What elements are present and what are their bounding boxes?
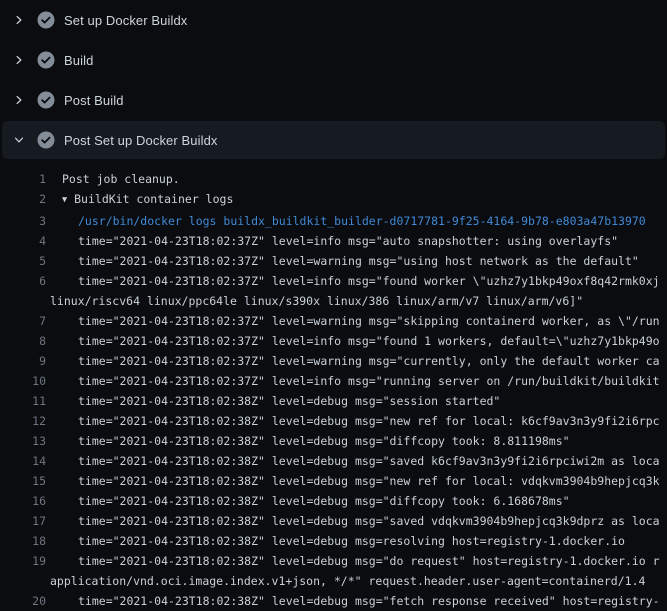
log-line-number[interactable]: 6 [0,271,46,291]
log-line-number[interactable]: 8 [0,331,46,351]
log-line-number[interactable]: 10 [0,371,46,391]
log-line-number[interactable]: 18 [0,531,46,551]
log-line: application/vnd.oci.image.index.v1+json,… [0,571,667,591]
check-circle-icon [37,11,55,29]
log-line-number[interactable]: 13 [0,431,46,451]
chevron-right-icon [11,92,27,108]
log-command-text: /usr/bin/docker logs buildx_buildkit_bui… [78,211,646,231]
step-label: Post Set up Docker Buildx [64,133,218,148]
log-line-text: time="2021-04-23T18:02:38Z" level=debug … [78,411,660,431]
group-collapse-triangle-icon[interactable]: ▼ [62,190,67,210]
check-circle-icon [37,51,55,69]
log-line-text: time="2021-04-23T18:02:38Z" level=debug … [78,431,570,451]
log-line: 1 Post job cleanup. [0,169,667,189]
log-line-number[interactable]: 3 [0,211,46,231]
log-line: 19 time="2021-04-23T18:02:38Z" level=debu… [0,551,667,571]
log-line-number[interactable]: 19 [0,551,46,571]
log-line-text: time="2021-04-23T18:02:38Z" level=debug … [78,511,660,531]
log-line-text: time="2021-04-23T18:02:38Z" level=debug … [78,471,660,491]
log-line: 4 time="2021-04-23T18:02:37Z" level=info … [0,231,667,251]
log-line: 17 time="2021-04-23T18:02:38Z" level=debu… [0,511,667,531]
log-line-number[interactable]: 15 [0,471,46,491]
log-line: 18 time="2021-04-23T18:02:38Z" level=debu… [0,531,667,551]
log-line-number [0,571,46,591]
log-line-text: time="2021-04-23T18:02:37Z" level=info m… [78,331,660,351]
log-line-text: time="2021-04-23T18:02:38Z" level=debug … [78,451,660,471]
log-line: 6 time="2021-04-23T18:02:37Z" level=info … [0,271,667,291]
log-line-number[interactable]: 1 [0,169,46,189]
check-circle-icon [37,131,55,149]
log-line-number[interactable]: 20 [0,591,46,611]
check-circle-icon [37,91,55,109]
log-line-number [0,291,46,311]
log-line-number[interactable]: 17 [0,511,46,531]
log-line: 15 time="2021-04-23T18:02:38Z" level=debu… [0,471,667,491]
log-line: 12 time="2021-04-23T18:02:38Z" level=debu… [0,411,667,431]
log-line-text: time="2021-04-23T18:02:37Z" level=info m… [78,231,618,251]
log-line-text: time="2021-04-23T18:02:38Z" level=debug … [78,391,500,411]
log-line: 14 time="2021-04-23T18:02:38Z" level=debu… [0,451,667,471]
log-line: 9 time="2021-04-23T18:02:37Z" level=warni… [0,351,667,371]
log-line-text: Post job cleanup. [62,169,180,189]
log-line-text: time="2021-04-23T18:02:38Z" level=debug … [78,491,570,511]
log-line: linux/riscv64 linux/ppc64le linux/s390x … [0,291,667,311]
step-row-post-setup-docker-buildx[interactable]: Post Set up Docker Buildx [2,121,665,159]
log-line: 5 time="2021-04-23T18:02:37Z" level=warni… [0,251,667,271]
chevron-right-icon [11,12,27,28]
log-line-text: time="2021-04-23T18:02:38Z" level=debug … [78,591,660,611]
log-line-number[interactable]: 11 [0,391,46,411]
step-label: Build [64,53,93,68]
chevron-down-icon [11,132,27,148]
step-row-setup-docker-buildx[interactable]: Set up Docker Buildx [0,0,667,40]
log-line-number[interactable]: 5 [0,251,46,271]
log-line-text: time="2021-04-23T18:02:37Z" level=warnin… [78,351,660,371]
log-line-text: time="2021-04-23T18:02:37Z" level=info m… [78,271,660,291]
job-steps-list: Set up Docker Buildx Build Post Build Po… [0,0,667,159]
step-label: Post Build [64,93,124,108]
step-label: Set up Docker Buildx [64,13,187,28]
log-line-text: time="2021-04-23T18:02:37Z" level=warnin… [78,311,660,331]
log-line-text: time="2021-04-23T18:02:38Z" level=debug … [78,531,625,551]
log-viewer: 1 Post job cleanup. 2 ▼BuildKit container l… [0,159,667,611]
log-line-number[interactable]: 2 [0,189,46,211]
chevron-right-icon [11,52,27,68]
log-line: 8 time="2021-04-23T18:02:37Z" level=info … [0,331,667,351]
log-line-number[interactable]: 7 [0,311,46,331]
log-line-number[interactable]: 9 [0,351,46,371]
log-line-number[interactable]: 16 [0,491,46,511]
log-line: 10 time="2021-04-23T18:02:37Z" level=info… [0,371,667,391]
log-line-text: time="2021-04-23T18:02:37Z" level=info m… [78,371,660,391]
log-line-text[interactable]: ▼BuildKit container logs [62,189,233,211]
log-line-text: application/vnd.oci.image.index.v1+json,… [50,571,645,591]
log-line: 13 time="2021-04-23T18:02:38Z" level=debu… [0,431,667,451]
log-line: 16 time="2021-04-23T18:02:38Z" level=debu… [0,491,667,511]
log-line-text: time="2021-04-23T18:02:38Z" level=debug … [78,551,660,571]
step-row-build[interactable]: Build [0,40,667,80]
step-row-post-build[interactable]: Post Build [0,80,667,120]
log-line-number[interactable]: 14 [0,451,46,471]
log-line-text: time="2021-04-23T18:02:37Z" level=warnin… [78,251,639,271]
log-line: 3/usr/bin/docker logs buildx_buildkit_bu… [0,211,667,231]
log-line: 20 time="2021-04-23T18:02:38Z" level=debu… [0,591,667,611]
log-line: 11 time="2021-04-23T18:02:38Z" level=debu… [0,391,667,411]
log-line: 2 ▼BuildKit container logs [0,189,667,211]
log-line: 7 time="2021-04-23T18:02:37Z" level=warni… [0,311,667,331]
log-line-text: linux/riscv64 linux/ppc64le linux/s390x … [50,291,583,311]
log-line-number[interactable]: 4 [0,231,46,251]
log-line-number[interactable]: 12 [0,411,46,431]
